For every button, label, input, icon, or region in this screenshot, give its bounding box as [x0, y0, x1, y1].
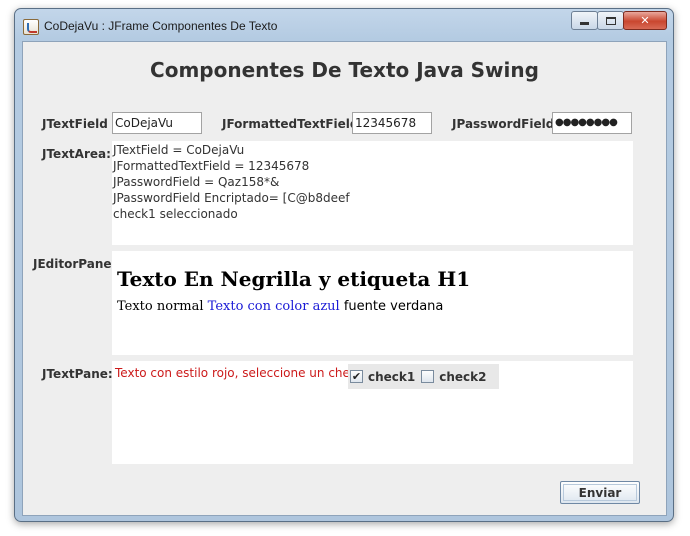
text-area-line: JFormattedTextField = 12345678 [113, 159, 310, 173]
editor-verdana-text: fuente verdana [339, 299, 444, 314]
page-title: Componentes De Texto Java Swing [150, 58, 539, 82]
text-area-line: JTextField = CoDejaVu [113, 143, 245, 157]
editor-normal-text: Texto normal [117, 299, 208, 314]
text-field-label: JTextField : [42, 117, 117, 131]
checkbox-group: ✔ check1 check2 [348, 364, 499, 389]
check1-label[interactable]: check1 [368, 369, 415, 385]
text-area-line: check1 seleccionado [113, 207, 238, 221]
minimize-button[interactable] [571, 11, 598, 30]
content-panel: Componentes De Texto Java Swing JTextFie… [22, 41, 667, 516]
window-controls: ✕ [571, 11, 667, 31]
close-button[interactable]: ✕ [623, 11, 667, 30]
editor-pane[interactable]: Texto En Negrilla y etiqueta H1 Texto no… [112, 251, 633, 355]
app-window: CoDejaVu : JFrame Componentes De Texto ✕… [14, 8, 674, 522]
maximize-icon [605, 16, 616, 25]
editor-heading: Texto En Negrilla y etiqueta H1 [117, 267, 471, 291]
java-app-icon [23, 19, 39, 35]
formatted-field-label: JFormattedTextField : [222, 117, 368, 131]
close-icon: ✕ [640, 14, 650, 27]
text-area-line: JPasswordField = Qaz158*& [113, 175, 280, 189]
password-field-input[interactable]: ●●●●●●●● [552, 112, 632, 134]
text-area-line: JPasswordField Encriptado= [C@b8deef [113, 191, 350, 205]
send-button-label: Enviar [578, 485, 622, 500]
check1-box[interactable]: ✔ [350, 370, 363, 383]
maximize-button[interactable] [597, 11, 624, 30]
editor-pane-label: JEditorPane: [33, 257, 117, 271]
text-area-label: JTextArea: [42, 147, 111, 161]
check2-checkbox[interactable]: check2 [421, 369, 487, 385]
text-area[interactable]: JTextField = CoDejaVu JFormattedTextFiel… [112, 141, 633, 245]
editor-blue-text: Texto con color azul [207, 299, 340, 314]
text-pane-label: JTextPane: [42, 367, 113, 381]
editor-text-line: Texto normal Texto con color azul fuente… [117, 299, 632, 315]
password-field-label: JPasswordField : [452, 117, 564, 131]
check2-box[interactable] [421, 370, 435, 383]
window-title: CoDejaVu : JFrame Componentes De Texto [44, 19, 278, 33]
minimize-icon [580, 22, 589, 25]
check1-checkbox[interactable]: ✔ check1 [350, 369, 415, 385]
title-bar[interactable]: CoDejaVu : JFrame Componentes De Texto ✕ [15, 9, 673, 41]
formatted-field-input[interactable]: 12345678 [352, 112, 432, 134]
check2-label[interactable]: check2 [439, 369, 486, 385]
text-pane-red-text: Texto con estilo rojo, seleccione un che… [115, 366, 364, 380]
send-button[interactable]: Enviar [560, 481, 640, 504]
text-pane[interactable]: Texto con estilo rojo, seleccione un che… [112, 361, 633, 464]
text-field-input[interactable]: CoDejaVu [112, 112, 202, 134]
